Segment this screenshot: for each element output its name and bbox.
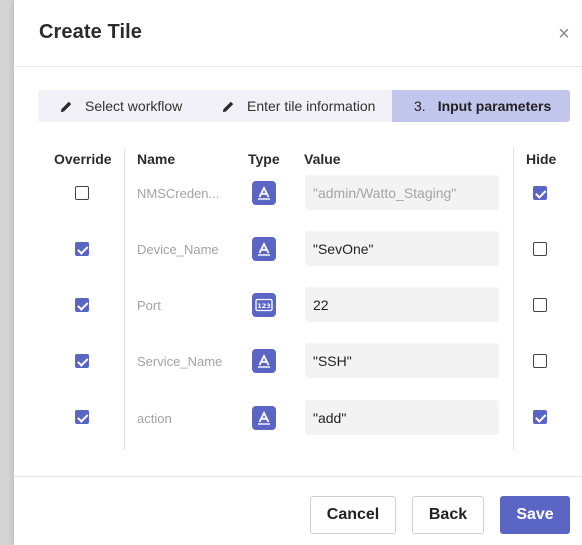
- step-number: 3.: [414, 98, 426, 114]
- wizard-stepper: Select workflow Enter tile information 3…: [38, 90, 570, 122]
- hide-checkbox[interactable]: [533, 410, 547, 424]
- value-input[interactable]: 22: [305, 287, 499, 322]
- svg-text:123: 123: [257, 302, 271, 310]
- cancel-button[interactable]: Cancel: [310, 496, 396, 534]
- dialog-title: Create Tile: [39, 21, 143, 43]
- close-icon[interactable]: ×: [554, 24, 574, 44]
- value-input[interactable]: "SevOne": [305, 231, 499, 266]
- save-button[interactable]: Save: [500, 496, 570, 534]
- param-name: Port: [137, 298, 161, 313]
- step-input-parameters[interactable]: 3. Input parameters: [392, 90, 570, 122]
- step-select-workflow[interactable]: Select workflow: [60, 90, 182, 122]
- step-enter-tile-information[interactable]: Enter tile information: [222, 90, 375, 122]
- override-checkbox[interactable]: [75, 354, 89, 368]
- hide-checkbox[interactable]: [533, 186, 547, 200]
- override-checkbox[interactable]: [75, 298, 89, 312]
- column-header-type: Type: [248, 151, 280, 167]
- modal-backdrop: [0, 0, 14, 545]
- column-header-name: Name: [137, 151, 176, 167]
- param-name: Device_Name: [137, 242, 219, 257]
- hide-checkbox[interactable]: [533, 298, 547, 312]
- param-name: NMSCreden...: [137, 186, 220, 201]
- number-type-icon: 123: [252, 293, 276, 317]
- param-name: Service_Name: [137, 354, 223, 369]
- pencil-icon: [60, 101, 72, 112]
- step-label: Enter tile information: [247, 98, 376, 114]
- column-divider: [513, 148, 514, 450]
- text-type-icon: [252, 237, 276, 261]
- create-tile-dialog: Create Tile × Select workflow Enter tile…: [14, 0, 582, 545]
- header-divider: [14, 66, 582, 67]
- text-type-icon: [252, 181, 276, 205]
- pencil-icon: [222, 101, 234, 112]
- text-type-icon: [252, 406, 276, 430]
- column-header-hide: Hide: [526, 151, 557, 167]
- back-button[interactable]: Back: [412, 496, 484, 534]
- override-checkbox[interactable]: [75, 410, 89, 424]
- step-label: Input parameters: [437, 98, 552, 114]
- step-label: Select workflow: [85, 98, 183, 114]
- hide-checkbox[interactable]: [533, 242, 547, 256]
- text-type-icon: [252, 349, 276, 373]
- hide-checkbox[interactable]: [533, 354, 547, 368]
- override-checkbox[interactable]: [75, 242, 89, 256]
- value-input[interactable]: "SSH": [305, 343, 499, 378]
- column-header-value: Value: [304, 151, 341, 167]
- column-divider: [124, 148, 125, 450]
- column-header-override: Override: [54, 151, 112, 167]
- value-input[interactable]: "add": [305, 400, 499, 435]
- footer-divider: [14, 476, 582, 477]
- value-input[interactable]: "admin/Watto_Staging": [305, 175, 499, 210]
- override-checkbox[interactable]: [75, 186, 89, 200]
- param-name: action: [137, 411, 172, 426]
